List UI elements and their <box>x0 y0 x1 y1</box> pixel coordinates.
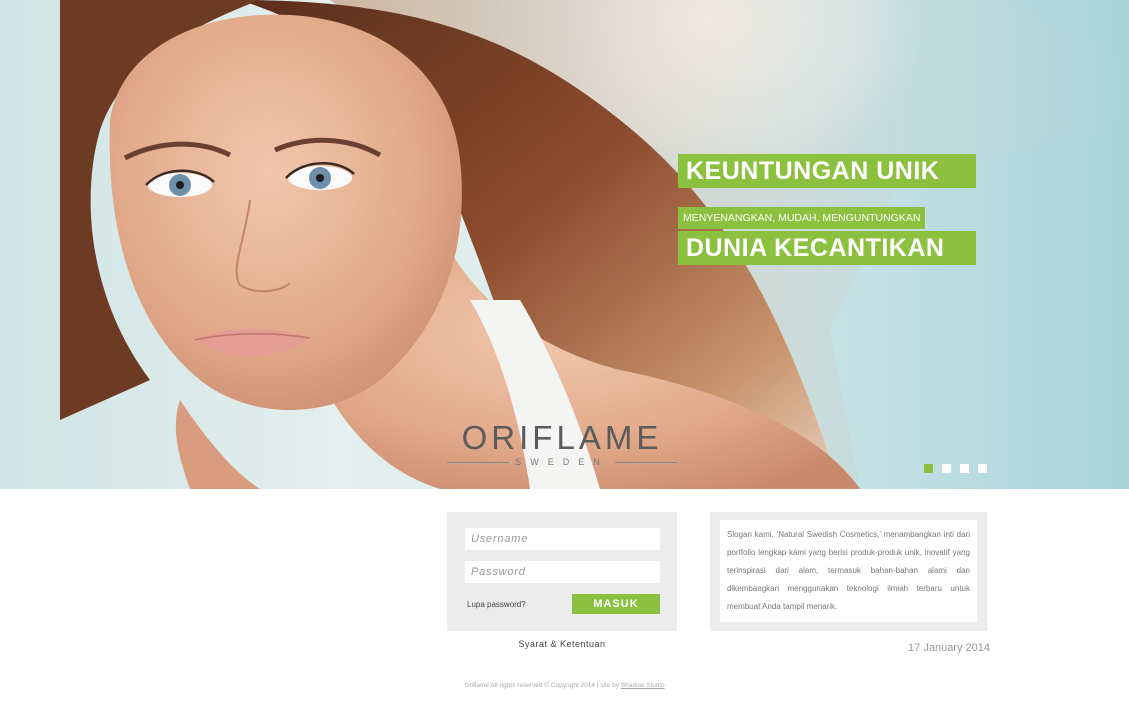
current-date: 17 January 2014 <box>908 642 990 654</box>
hero-banner: KEUNTUNGAN UNIK MENYENANGKAN, MUDAH, MEN… <box>0 0 1129 489</box>
slider-dots <box>924 464 987 473</box>
slide-dot-4[interactable] <box>978 464 987 473</box>
headline-subline: MENYENANGKAN, MUDAH, MENGUNTUNGKAN <box>678 207 926 229</box>
headline-bottom: DUNIA KECANTIKAN <box>678 231 976 265</box>
username-input[interactable] <box>465 528 660 550</box>
slide-dot-2[interactable] <box>942 464 951 473</box>
logo-subtitle: SWEDEN <box>515 457 609 467</box>
oriflame-logo: ORIFLAME SWEDEN <box>447 419 678 467</box>
password-input[interactable] <box>465 561 660 583</box>
logo-wordmark: ORIFLAME <box>461 419 663 456</box>
terms-link[interactable]: Syarat & Ketentuan <box>447 639 677 649</box>
slide-dot-3[interactable] <box>960 464 969 473</box>
logo-line-left <box>447 461 510 463</box>
about-text: Slogan kami, ‘Natural Swedish Cosmetics,… <box>720 520 977 622</box>
login-form: Lupa password? MASUK <box>447 512 677 631</box>
about-box: Slogan kami, ‘Natural Swedish Cosmetics,… <box>710 512 987 631</box>
logo-line-right <box>614 461 678 463</box>
login-button[interactable]: MASUK <box>572 594 660 614</box>
logo-sub-row: SWEDEN <box>447 457 678 467</box>
forgot-password-link[interactable]: Lupa password? <box>467 600 526 609</box>
footer: Oriflame All rights reserved © Copyright… <box>0 682 1129 689</box>
footer-credit-link[interactable]: Shadow Studio <box>621 682 665 689</box>
slide-dot-1[interactable] <box>924 464 933 473</box>
headline-top: KEUNTUNGAN UNIK <box>678 154 976 188</box>
footer-copyright: Oriflame All rights reserved © Copyright… <box>464 682 620 689</box>
